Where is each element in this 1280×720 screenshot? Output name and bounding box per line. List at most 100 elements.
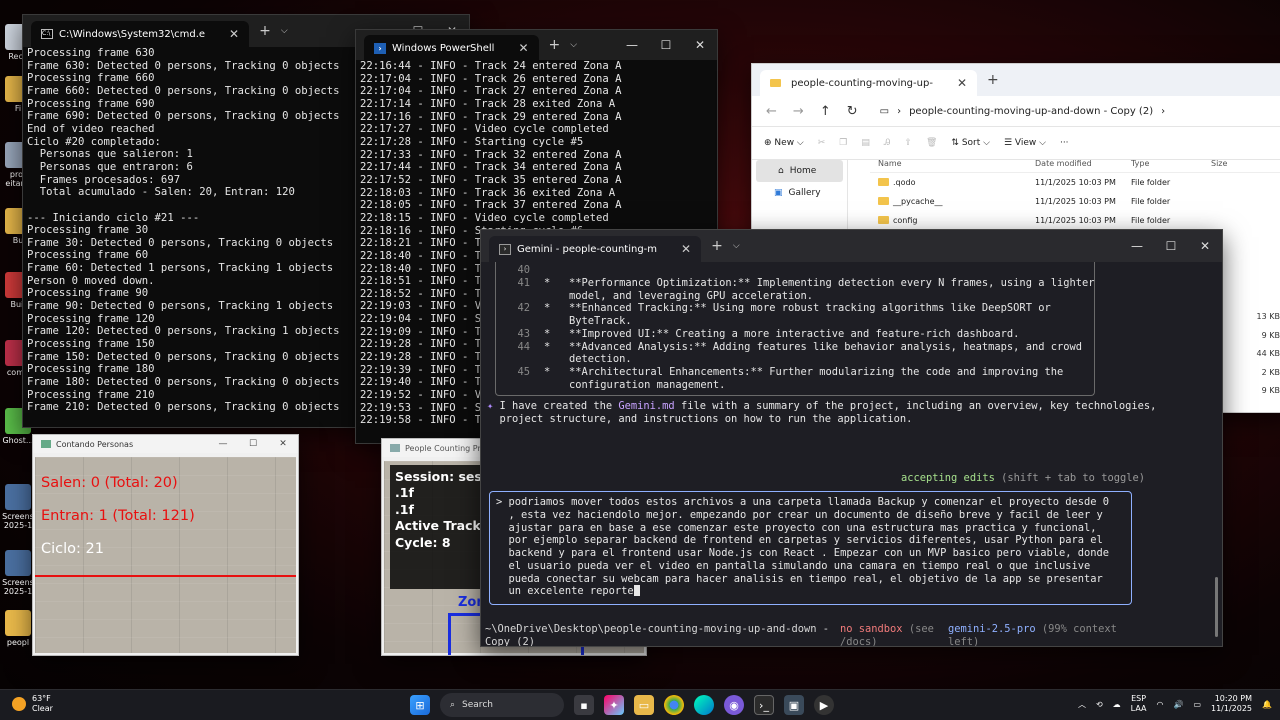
taskbar-apps: ⊞ ⌕ Search ▪ ✦ ▭ ◉ ›_ ▣ ▶ (410, 693, 834, 717)
close-icon[interactable]: ✕ (1188, 230, 1222, 262)
wifi-icon[interactable]: ◠ (1156, 700, 1163, 709)
file-rows: .qodo 11/1/2025 10:03 PM File folder __pyca… (870, 173, 1280, 230)
contando-personas-window[interactable]: Contando Personas — ☐ ✕ Salen: 0 (Total:… (32, 434, 299, 656)
taskbar: 63°F Clear ⊞ ⌕ Search ▪ ✦ ▭ ◉ ›_ ▣ ▶ ︿ ⟲ ☁… (0, 689, 1280, 720)
share-icon[interactable]: ⇪ (904, 138, 912, 148)
edge-icon[interactable] (694, 695, 714, 715)
chevron-down-icon[interactable]: ⌵ (570, 40, 577, 50)
volume-icon[interactable]: 🔊 (1173, 700, 1183, 709)
file-date: 11/1/2025 10:03 PM (1035, 216, 1116, 225)
cmd-tab[interactable]: C:\ C:\Windows\System32\cmd.e ✕ (31, 21, 250, 47)
paste-icon[interactable]: ▤ (861, 138, 870, 148)
accepting-label: accepting edits (901, 472, 995, 484)
copy-icon[interactable]: ❐ (839, 138, 847, 148)
table-row[interactable]: __pycache__ 11/1/2025 10:03 PM File folder (870, 192, 1280, 211)
github-desktop-icon[interactable]: ◉ (724, 695, 744, 715)
close-icon[interactable]: ✕ (268, 435, 298, 453)
weather-widget[interactable]: 63°F Clear (12, 694, 53, 714)
ps-titlebar[interactable]: › Windows PowerShell ✕ + ⌵ — ☐ ✕ (356, 30, 717, 61)
close-tab-icon[interactable]: ✕ (229, 27, 239, 41)
maximize-icon[interactable]: ☐ (1154, 230, 1188, 262)
chevron-down-icon[interactable]: ⌵ (281, 26, 288, 36)
chevron-up-icon[interactable]: ︿ (1078, 699, 1086, 710)
gemini-tab[interactable]: › Gemini - people-counting-m ✕ (489, 236, 702, 262)
prompt-text: pueda conectar su webcam para hacer anal… (496, 572, 1103, 585)
copilot-icon[interactable]: ✦ (604, 695, 624, 715)
sort-button[interactable]: ⇅ Sort ⌵ (951, 138, 990, 148)
refresh-icon[interactable]: ↻ (847, 104, 858, 119)
ps-line: 22:17:04 - INFO - Track 26 entered Zona … (360, 72, 622, 85)
minimize-icon[interactable]: — (615, 30, 649, 60)
sidebar-item-gallery[interactable]: ▣ Gallery (752, 182, 847, 204)
breadcrumb[interactable]: ▭ › people-counting-moving-up-and-down -… (880, 106, 1165, 117)
sidebar-item-home[interactable]: ⌂ Home (756, 160, 843, 182)
cut-icon[interactable]: ✂ (818, 138, 826, 148)
clock[interactable]: 10:20 PM 11/1/2025 (1211, 694, 1252, 714)
ps-tab[interactable]: › Windows PowerShell ✕ (364, 35, 539, 61)
view-button[interactable]: ☰ View ⌵ (1004, 138, 1046, 148)
new-button[interactable]: ⊕ New ⌵ (764, 138, 804, 148)
code-text: ByteTrack. (544, 315, 632, 327)
ps-line: 22:18:03 - INFO - Track 36 exited Zona A (360, 186, 616, 199)
search-icon: ⌕ (450, 700, 456, 710)
back-arrow-icon[interactable]: ← (766, 104, 777, 119)
gemini-terminal-window[interactable]: › Gemini - people-counting-m ✕ + ⌵ — ☐ ✕… (480, 229, 1223, 647)
prompt-line: pueda conectar su webcam para hacer anal… (496, 573, 1131, 586)
table-row[interactable]: .qodo 11/1/2025 10:03 PM File folder (870, 173, 1280, 192)
gemini-output[interactable]: 40 41 * **Performance Optimization:** Impl… (481, 262, 1222, 646)
notification-icon[interactable]: 🔔 (1262, 700, 1272, 709)
table-row[interactable]: config 11/1/2025 10:03 PM File folder (870, 211, 1280, 230)
taskbar-search[interactable]: ⌕ Search (440, 693, 564, 717)
new-tab-icon[interactable]: + (259, 23, 271, 39)
column-size[interactable]: Size (1211, 159, 1261, 168)
maximize-icon[interactable]: ☐ (649, 30, 683, 60)
cp-titlebar[interactable]: Contando Personas — ☐ ✕ (33, 435, 298, 453)
column-type[interactable]: Type (1131, 159, 1211, 168)
prompt-input[interactable]: > podriamos mover todos estos archivos a… (489, 491, 1132, 605)
app-window-icon[interactable]: ▣ (784, 695, 804, 715)
minimize-icon[interactable]: — (208, 435, 238, 453)
rename-icon[interactable]: Ꭿ (884, 138, 891, 148)
column-date[interactable]: Date modified (1035, 159, 1131, 168)
explorer-tab[interactable]: people-counting-moving-up- ✕ (760, 70, 977, 96)
chevron-down-icon[interactable]: ⌵ (733, 241, 740, 251)
language-indicator[interactable]: ESP LAA (1131, 694, 1147, 714)
breadcrumb-folder[interactable]: people-counting-moving-up-and-down - Cop… (909, 106, 1153, 117)
prompt-text: un excelente reporte (496, 585, 634, 598)
desktop-icon[interactable]: peopl (0, 610, 36, 647)
scrollbar[interactable] (1215, 577, 1218, 637)
sync-icon[interactable]: ⟲ (1096, 700, 1103, 709)
new-tab-icon[interactable]: + (711, 238, 723, 254)
file-explorer-icon[interactable]: ▭ (634, 695, 654, 715)
stats-line: Session: sess (395, 469, 486, 484)
ps-tab-title: Windows PowerShell (392, 42, 495, 54)
close-tab-icon[interactable]: ✕ (957, 76, 967, 90)
close-tab-icon[interactable]: ✕ (518, 41, 528, 55)
sparkle-icon: ✦ (487, 400, 500, 412)
windows-start-icon[interactable]: ⊞ (410, 695, 430, 715)
file-size: 2 KB (1261, 367, 1280, 377)
more-options-icon[interactable]: ··· (1060, 138, 1069, 148)
chrome-icon[interactable] (664, 695, 684, 715)
close-tab-icon[interactable]: ✕ (681, 242, 691, 256)
task-view-icon[interactable]: ▪ (574, 695, 594, 715)
up-arrow-icon[interactable]: ↑ (820, 104, 831, 119)
chevron-right-icon: › (897, 105, 902, 117)
forward-arrow-icon[interactable]: → (793, 104, 804, 119)
column-name[interactable]: Name (870, 159, 1035, 168)
gemini-titlebar[interactable]: › Gemini - people-counting-m ✕ + ⌵ — ☐ ✕ (481, 230, 1222, 262)
code-text: * **Performance Optimization:** Implemen… (544, 276, 1095, 289)
delete-icon[interactable]: 🗑 (926, 138, 937, 148)
maximize-icon[interactable]: ☐ (238, 435, 268, 453)
terminal-icon[interactable]: ›_ (754, 695, 774, 715)
new-tab-icon[interactable]: + (987, 72, 999, 88)
desktop-icon[interactable]: Screens 2025-1 (0, 484, 36, 530)
desktop-icon[interactable]: Screens 2025-1 (0, 550, 36, 596)
cloud-icon[interactable]: ☁ (1113, 700, 1121, 709)
minimize-icon[interactable]: — (1120, 230, 1154, 262)
new-tab-icon[interactable]: + (549, 37, 561, 53)
media-player-icon[interactable]: ▶ (814, 695, 834, 715)
explorer-titlebar[interactable]: people-counting-moving-up- ✕ + (752, 64, 1280, 96)
battery-icon[interactable]: ▭ (1193, 700, 1201, 709)
close-icon[interactable]: ✕ (683, 30, 717, 60)
